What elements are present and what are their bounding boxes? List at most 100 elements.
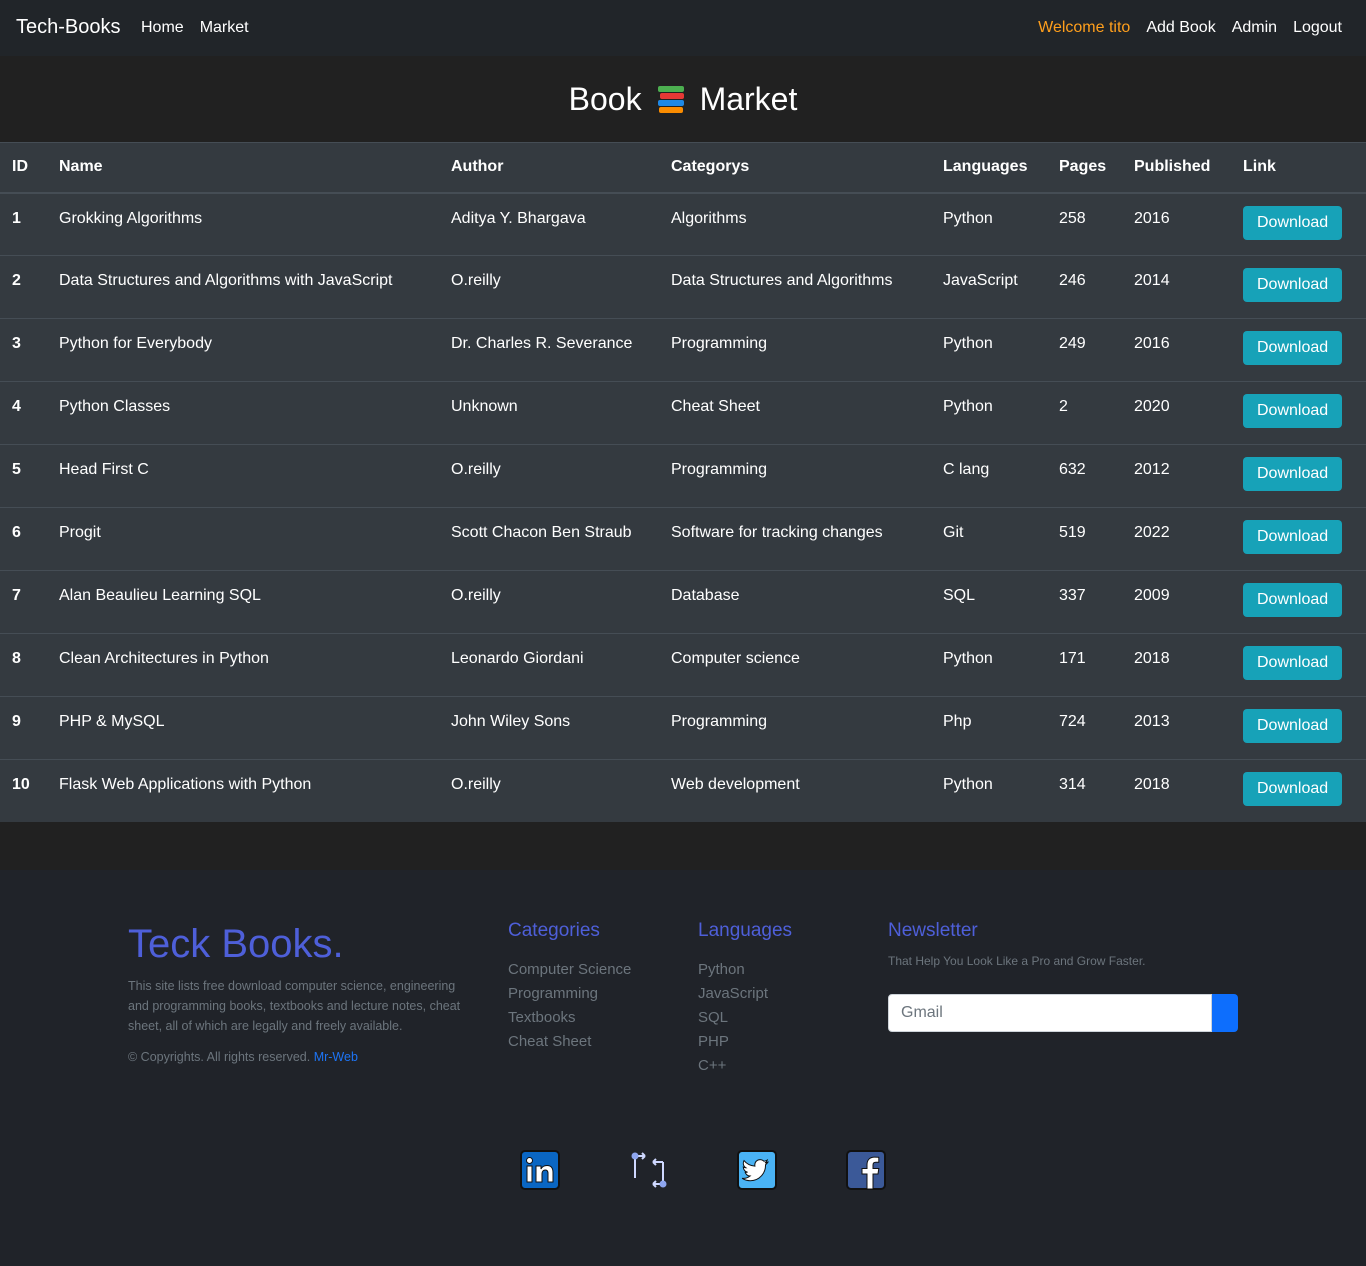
book-published: 2018 [1134,650,1170,667]
book-category: Computer science [671,650,800,667]
book-name: Flask Web Applications with Python [59,776,312,793]
language-link[interactable]: C++ [698,1057,726,1074]
book-language: JavaScript [943,272,1018,289]
author-link[interactable]: Mr-Web [314,1050,358,1064]
language-link[interactable]: Python [698,961,745,978]
book-category: Programming [671,335,768,352]
book-category: Software for tracking changes [671,524,883,541]
book-category: Data Structures and Algorithms [671,272,893,289]
table-row: 4 Python Classes Unknown Cheat Sheet Python 2… [0,381,1366,445]
books-icon [656,84,686,114]
nav-add-book-link[interactable]: Add Book [1146,19,1215,37]
book-category: Database [671,587,740,604]
navbar: Tech-Books Home Market Welcome tito Add … [0,0,1366,56]
table-body: 1 Grokking Algorithms Aditya Y. Bhargava Al… [0,192,1366,823]
download-button[interactable]: Download [1243,205,1343,240]
table-row: 6 Progit Scott Chacon Ben Straub Software f… [0,507,1366,571]
row-id: 5 [12,461,21,478]
book-pages: 632 [1059,461,1086,478]
row-id: 9 [12,713,21,730]
book-published: 2013 [1134,713,1170,730]
header-category: Categorys [671,158,750,176]
book-category: Cheat Sheet [671,398,760,415]
download-button[interactable]: Download [1243,331,1343,365]
language-link[interactable]: PHP [698,1033,729,1050]
book-author: O.reilly [451,461,501,478]
footer-description: This site lists free download computer s… [128,979,461,1033]
row-id: 1 [12,209,21,227]
link-cell: Download [1231,508,1366,571]
table-row: 8 Clean Architectures in Python Leonardo G… [0,633,1366,697]
row-id: 10 [12,776,30,793]
footer-newsletter: Newsletter That Help You Look Like a Pro… [888,920,1238,1040]
language-link[interactable]: SQL [698,1009,728,1026]
header-pages: Pages [1059,158,1107,176]
newsletter-email-input[interactable] [888,994,1212,1032]
category-link[interactable]: Programming [508,985,598,1002]
book-pages: 171 [1059,650,1086,667]
page-title-left: Book [568,80,642,117]
nav-market-link[interactable]: Market [200,19,249,37]
link-cell: Download [1231,571,1366,634]
row-id: 4 [12,398,21,415]
link-cell: Download [1231,382,1366,445]
newsletter-form [888,994,1238,1032]
header-languages: Languages [943,158,1028,176]
category-link[interactable]: Textbooks [508,1009,576,1026]
category-link[interactable]: Computer Science [508,961,631,978]
book-published: 2014 [1134,272,1170,289]
download-button[interactable]: Download [1243,772,1343,806]
table-row: 9 PHP & MySQL John Wiley Sons Programming Ph… [0,696,1366,760]
book-published: 2016 [1134,335,1170,352]
book-pages: 249 [1059,335,1086,352]
nav-right: Welcome tito Add Book Admin Logout [1038,19,1342,37]
header-name: Name [59,158,103,176]
nav-admin-link[interactable]: Admin [1232,19,1277,37]
book-author: Leonardo Giordani [451,650,584,667]
book-language: Python [943,398,993,415]
footer-languages: Languages Python JavaScript SQL PHP C++ [698,920,792,1078]
download-button[interactable]: Download [1243,646,1343,680]
download-button[interactable]: Download [1243,457,1343,491]
download-button[interactable]: Download [1243,394,1343,428]
download-button[interactable]: Download [1243,520,1343,554]
newsletter-submit-button[interactable] [1212,994,1238,1032]
book-category: Web development [671,776,800,793]
book-language: Python [943,335,993,352]
page-title-right: Market [699,80,798,117]
download-button[interactable]: Download [1243,583,1343,617]
download-button[interactable]: Download [1243,268,1343,302]
book-language: Python [943,776,993,793]
header-published: Published [1134,158,1211,176]
link-cell: Download [1231,634,1366,697]
header-id: ID [12,158,28,176]
facebook-icon[interactable] [846,1150,886,1190]
twitter-icon[interactable] [737,1150,777,1190]
newsletter-title: Newsletter [888,920,978,941]
table-row: 5 Head First C O.reilly Programming C lang 63… [0,444,1366,508]
book-language: Python [943,209,993,227]
table-row: 7 Alan Beaulieu Learning SQL O.reilly Datab… [0,570,1366,634]
book-author: Aditya Y. Bhargava [451,209,586,227]
link-cell: Download [1231,697,1366,760]
book-author: O.reilly [451,272,501,289]
book-pages: 246 [1059,272,1086,289]
table-header-row: ID Name Author Categorys Languages Pages… [0,142,1366,193]
nav-home-link[interactable]: Home [141,19,184,37]
newsletter-text: That Help You Look Like a Pro and Grow F… [888,954,1146,968]
book-author: Dr. Charles R. Severance [451,335,633,352]
page-title: Book Market [0,56,1366,142]
book-author: Unknown [451,398,518,415]
share-icon[interactable] [629,1150,669,1190]
category-link[interactable]: Cheat Sheet [508,1033,591,1050]
book-category: Programming [671,713,768,730]
link-cell: Download [1231,319,1366,382]
nav-logout-link[interactable]: Logout [1293,19,1342,37]
language-link[interactable]: JavaScript [698,985,768,1002]
footer-brand: Teck Books. [128,922,344,966]
linkedin-icon[interactable] [520,1150,560,1190]
brand-link[interactable]: Tech-Books [16,16,121,39]
book-language: Python [943,650,993,667]
download-button[interactable]: Download [1243,709,1343,743]
table-row: 2 Data Structures and Algorithms with Jav… [0,255,1366,319]
